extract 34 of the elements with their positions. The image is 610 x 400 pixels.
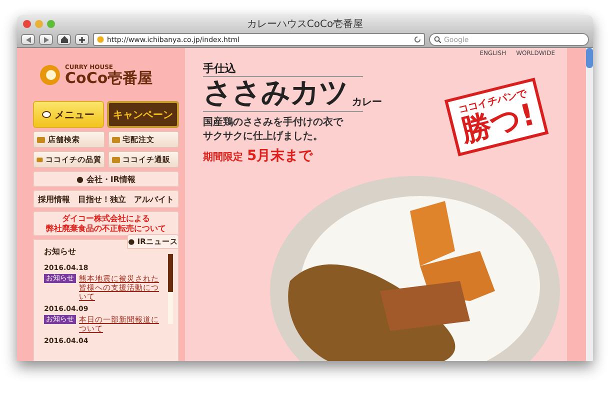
logo-text: CoCo壱番屋 (65, 70, 153, 86)
reload-icon (414, 36, 421, 43)
search-icon (434, 36, 441, 43)
nav-link[interactable]: 目指せ！独立 (78, 194, 126, 204)
news-title: お知らせ (44, 246, 77, 258)
back-button[interactable] (21, 34, 35, 45)
forward-button[interactable] (39, 34, 53, 45)
hero-title-suffix: カレー (352, 96, 382, 109)
hero-kicker: 手仕込 (203, 61, 363, 77)
logo-icon (39, 64, 61, 86)
news-scrollbar[interactable] (168, 254, 173, 324)
nav-button[interactable]: メニュー (33, 101, 104, 128)
hero-title: ささみカツ (203, 77, 348, 109)
company-link[interactable]: ● 会社・IR情報 (33, 171, 179, 187)
plate-icon (42, 111, 52, 118)
home-button[interactable] (57, 34, 71, 45)
back-icon (26, 36, 30, 42)
plus-icon (79, 36, 85, 42)
page-scrollbar[interactable] (586, 48, 593, 361)
notice-link[interactable]: 弊社廃棄食品の不正転売について (46, 224, 166, 234)
notice-link[interactable]: ダイコー株式会社による (62, 214, 150, 224)
nav-link[interactable]: アルバイト (134, 194, 174, 204)
window-title: カレーハウスCoCo壱番屋 (246, 18, 364, 30)
add-bookmark-button[interactable] (75, 34, 89, 45)
close-icon[interactable] (23, 20, 31, 28)
hero-description: 国産鶏のささみを手付けの衣で (203, 116, 343, 130)
nav-button[interactable]: キャンペーン (106, 101, 179, 128)
site-icon (97, 36, 104, 43)
hero-description: サクサクに仕上げました。 (203, 130, 323, 144)
nav-link[interactable]: 採用情報 (38, 194, 70, 204)
period-label: 期間限定 (203, 150, 243, 164)
forward-icon (44, 36, 48, 42)
home-icon (60, 36, 68, 43)
period-text: 5月末まで (247, 146, 313, 165)
